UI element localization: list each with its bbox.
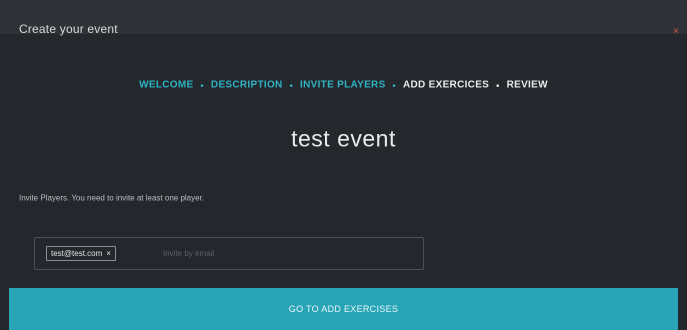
step-invite-players[interactable]: INVITE PLAYERS <box>300 80 386 91</box>
create-event-modal: Create your event × WELCOME • DESCRIPTIO… <box>0 0 687 330</box>
wizard-steps: WELCOME • DESCRIPTION • INVITE PLAYERS •… <box>0 80 687 91</box>
invite-email-input[interactable] <box>163 246 363 261</box>
step-separator: • <box>289 80 294 90</box>
step-description[interactable]: DESCRIPTION <box>211 80 283 91</box>
go-to-add-exercises-button[interactable]: GO TO ADD EXERCISES <box>9 288 678 330</box>
event-name-heading: test event <box>291 125 396 152</box>
step-add-exercises[interactable]: ADD EXERCICES <box>403 80 489 91</box>
invited-email-text: test@test.com <box>51 249 103 258</box>
modal-title: Create your event <box>19 22 118 36</box>
step-review[interactable]: REVIEW <box>507 80 548 91</box>
step-welcome[interactable]: WELCOME <box>139 80 193 91</box>
invited-email-tag: test@test.com × <box>46 246 116 261</box>
invite-instructions: Invite Players. You need to invite at le… <box>19 193 205 203</box>
invite-players-field[interactable]: test@test.com × <box>34 237 424 270</box>
modal-header: Create your event × <box>0 0 687 37</box>
close-icon[interactable]: × <box>106 249 111 258</box>
step-separator: • <box>496 80 500 90</box>
step-separator: • <box>200 80 204 90</box>
step-separator: • <box>392 80 396 90</box>
close-icon[interactable]: × <box>673 27 679 37</box>
